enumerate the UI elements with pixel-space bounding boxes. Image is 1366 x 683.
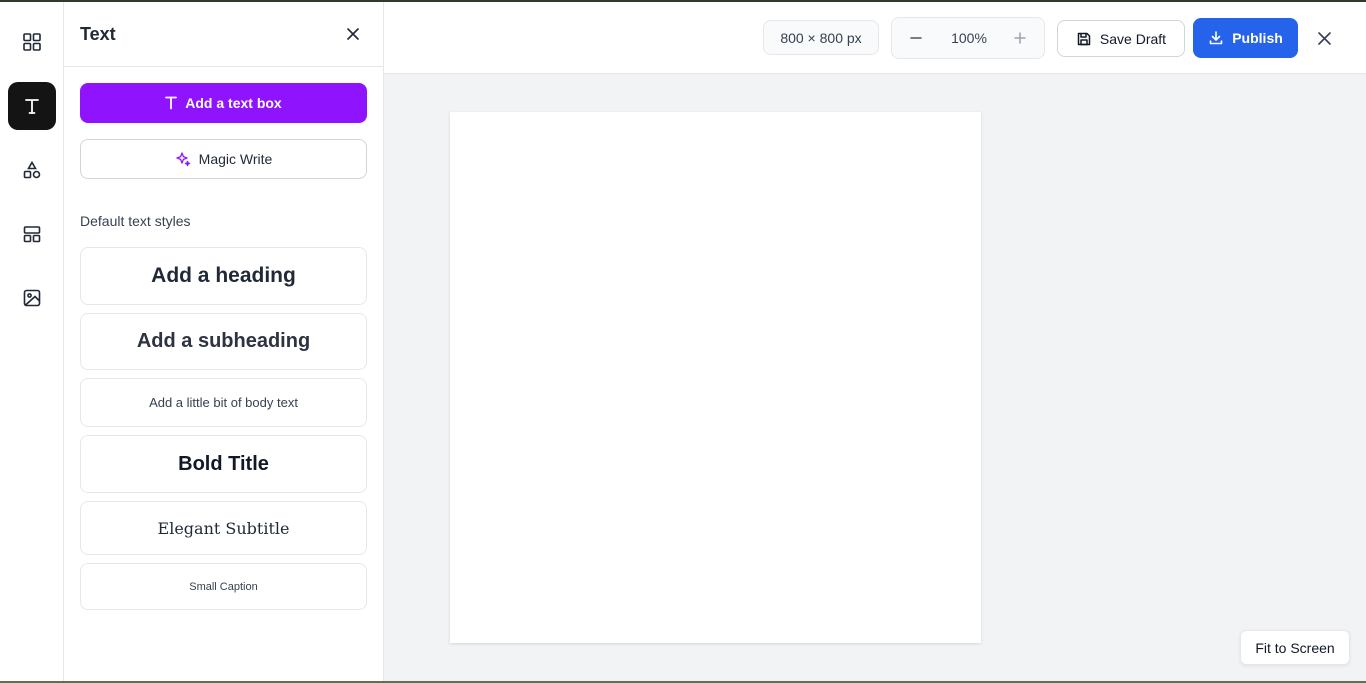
- zoom-out-button[interactable]: [906, 28, 926, 48]
- style-elegant-subtitle-button[interactable]: Elegant Subtitle: [80, 501, 367, 555]
- publish-label: Publish: [1232, 30, 1283, 46]
- magic-write-button[interactable]: Magic Write: [80, 139, 367, 179]
- fit-to-screen-button[interactable]: Fit to Screen: [1240, 630, 1350, 665]
- close-editor-button[interactable]: [1316, 30, 1332, 46]
- style-small-caption-button[interactable]: Small Caption: [80, 563, 367, 610]
- rail-item-templates[interactable]: [8, 210, 56, 258]
- window-top-edge: [0, 0, 1366, 2]
- artboard[interactable]: [450, 112, 981, 643]
- save-draft-label: Save Draft: [1099, 30, 1167, 47]
- style-subheading-button[interactable]: Add a subheading: [80, 313, 367, 370]
- download-icon: [1209, 31, 1223, 45]
- save-icon: [1077, 32, 1091, 45]
- text-icon: [25, 99, 39, 114]
- top-toolbar: 800 × 800 px 100% Save Draft Publish: [384, 2, 1366, 74]
- icon-rail: [0, 2, 64, 683]
- save-draft-button[interactable]: Save Draft: [1057, 20, 1185, 57]
- add-text-box-button[interactable]: Add a text box: [80, 83, 367, 123]
- style-body-text-button[interactable]: Add a little bit of body text: [80, 378, 367, 427]
- grid-icon: [23, 33, 41, 51]
- sparkle-icon: [176, 152, 190, 167]
- text-icon: [165, 96, 178, 110]
- canvas-size-badge: 800 × 800 px: [763, 20, 879, 55]
- panel-title: Text: [80, 24, 116, 44]
- close-icon: [1317, 31, 1331, 45]
- minus-icon: [910, 37, 922, 39]
- text-panel: Text Add a text box Magic Write Default …: [64, 2, 384, 683]
- style-heading-button[interactable]: Add a heading: [80, 247, 367, 305]
- zoom-level: 100%: [951, 30, 987, 46]
- image-icon: [23, 289, 41, 307]
- add-text-box-label: Add a text box: [185, 95, 282, 111]
- rail-item-images[interactable]: [8, 274, 56, 322]
- panel-close-button[interactable]: [345, 26, 361, 42]
- magic-write-label: Magic Write: [198, 151, 273, 167]
- style-bold-title-button[interactable]: Bold Title: [80, 435, 367, 493]
- shapes-icon: [23, 160, 41, 179]
- close-icon: [347, 28, 359, 40]
- publish-button[interactable]: Publish: [1193, 18, 1298, 58]
- default-text-styles-label: Default text styles: [80, 213, 191, 229]
- zoom-control: 100%: [891, 17, 1045, 59]
- layout-icon: [23, 226, 41, 243]
- rail-item-text[interactable]: [8, 82, 56, 130]
- zoom-in-button[interactable]: [1010, 28, 1030, 48]
- panel-header: Text: [64, 2, 383, 67]
- plus-icon: [1014, 32, 1026, 44]
- rail-item-shapes[interactable]: [8, 146, 56, 194]
- rail-item-elements[interactable]: [8, 18, 56, 66]
